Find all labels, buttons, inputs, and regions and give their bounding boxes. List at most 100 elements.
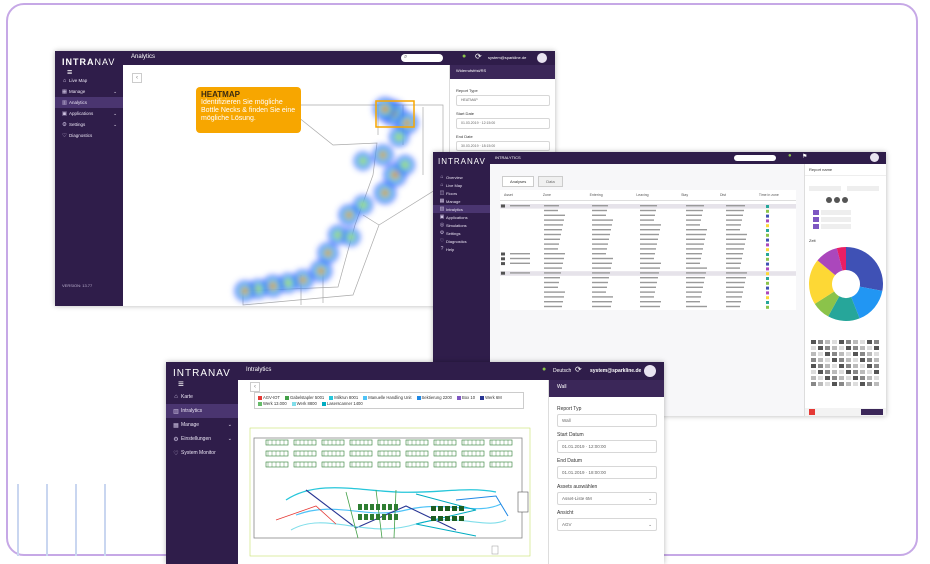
legend-item[interactable]: Manuelle Handling Unit xyxy=(363,395,412,400)
legend-cell xyxy=(853,370,858,374)
sidebar-item-settings[interactable]: ⚙ Settings ⌄ xyxy=(55,119,123,130)
storage-block xyxy=(394,504,398,510)
legend-item[interactable]: Sektierung 2200 xyxy=(416,395,452,400)
sidebar-item-applications[interactable]: ▣ Applications xyxy=(433,213,490,221)
tab-analyses[interactable]: Analyses xyxy=(502,176,535,187)
sidebar-item-simulations[interactable]: ◎ Simulations xyxy=(433,221,490,229)
sidebar-item-manage[interactable]: ▦ Manage ⌄ xyxy=(166,418,238,432)
table-cell xyxy=(592,233,610,236)
legend-item[interactable]: Werk 8800 xyxy=(291,401,317,406)
table-cell xyxy=(592,229,611,231)
brand-logo: INTRANAV ≡ xyxy=(166,362,238,390)
sidebar-item-diagnostics[interactable]: ♡ Diagnostics xyxy=(55,130,123,141)
field-input[interactable]: HEATMAP xyxy=(456,95,550,106)
sidebar-item-manage[interactable]: ▦ Manage ⌄ xyxy=(55,86,123,97)
legend-cell xyxy=(846,352,851,356)
bell-icon[interactable]: ⚑ xyxy=(802,153,807,160)
table-cell xyxy=(592,209,607,212)
avatar[interactable] xyxy=(870,153,879,162)
legend-item[interactable]: Laserscanner 1400 xyxy=(321,401,363,406)
table-cell xyxy=(640,229,660,231)
sidebar-item-intralytics[interactable]: ▥ Intralytics xyxy=(166,404,238,418)
intralytics-floorplan-screenshot: INTRANAV ≡ ⌂ Karte ▥ Intralytics ▦ Manage ⌄ ⚙ Ei… xyxy=(166,362,664,564)
column-header[interactable]: Dist xyxy=(720,193,759,197)
storage-block xyxy=(382,514,386,520)
legend-item[interactable]: AGV-IOT xyxy=(258,395,280,400)
table-cell xyxy=(686,286,703,288)
storage-block xyxy=(358,514,362,520)
sidebar-item-diagnostics[interactable]: ♡ Diagnostics xyxy=(433,237,490,245)
tab-data[interactable]: Data xyxy=(538,176,563,187)
field-value: HEATMAP xyxy=(461,98,478,102)
sidebar-item-applications[interactable]: ▣ Applications ⌄ xyxy=(55,108,123,119)
table-cell xyxy=(686,253,702,255)
table-cell xyxy=(726,253,743,255)
table-cell xyxy=(766,291,769,295)
column-header[interactable]: Asset xyxy=(504,193,543,197)
menu-icon[interactable]: ≡ xyxy=(67,67,73,77)
field-input[interactable]: Wall xyxy=(557,414,657,427)
sidebar-item-manage[interactable]: ▦ Manage xyxy=(433,197,490,205)
sidebar-item-analytics[interactable]: ▥ Analytics xyxy=(55,97,123,108)
expand-button[interactable]: ‹ xyxy=(250,382,260,392)
sidebar-item-floors[interactable]: ◫ Floors xyxy=(433,189,490,197)
table-cell xyxy=(544,253,565,255)
table-cell xyxy=(510,257,530,260)
field-input[interactable]: 30.03.2019 · 18:15:00 xyxy=(456,140,550,152)
field-input[interactable]: AGV ⌄ xyxy=(557,518,657,531)
table-cell xyxy=(544,301,563,303)
table-cell xyxy=(686,214,702,216)
legend-item[interactable]: Gabelstapler 5001 xyxy=(285,395,324,400)
column-header[interactable]: Stay xyxy=(681,193,720,197)
table-cell xyxy=(766,301,769,304)
search-input[interactable]: ⌕ xyxy=(401,54,443,62)
menu-icon[interactable]: ≡ xyxy=(178,379,185,390)
sidebar-item-einstellungen[interactable]: ⚙ Einstellungen ⌄ xyxy=(166,432,238,446)
storage-block xyxy=(445,516,450,521)
field-input[interactable]: 01.01.2019 · 12:00:00 xyxy=(557,440,657,453)
legend-item[interactable]: Milkrun 8001 xyxy=(329,395,358,400)
refresh-icon[interactable]: ⟳ xyxy=(475,52,482,61)
delete-button[interactable] xyxy=(809,409,815,415)
field-input[interactable]: Asset-Liste 6M ⌄ xyxy=(557,492,657,505)
table-cell xyxy=(640,272,659,274)
legend-cell xyxy=(874,376,879,380)
legend-item[interactable]: Werk 13.000 xyxy=(258,401,287,406)
column-header[interactable]: Entering xyxy=(590,193,637,197)
column-header[interactable]: Zone xyxy=(543,193,590,197)
field-input[interactable]: 01.01.2019 · 18:00:00 xyxy=(557,466,657,479)
column-header[interactable]: Time in zone xyxy=(759,193,792,197)
sidebar-item-settings[interactable]: ⚙ Settings xyxy=(433,229,490,237)
table-cell xyxy=(766,224,769,228)
search-input[interactable] xyxy=(734,155,776,161)
legend-cell xyxy=(811,352,816,356)
table-cell xyxy=(686,262,700,264)
sidebar-item-label: System Monitor xyxy=(181,450,216,456)
legend-cell xyxy=(839,376,844,380)
sidebar-item-karte[interactable]: ⌂ Karte xyxy=(166,390,238,404)
brand-bold: INTRA xyxy=(173,368,208,379)
avatar[interactable] xyxy=(537,53,547,63)
refresh-icon[interactable]: ⟳ xyxy=(575,365,582,374)
legend-cell xyxy=(846,370,851,374)
legend-swatch xyxy=(291,401,296,406)
legend-cell xyxy=(818,346,823,350)
legend-item[interactable]: Werk 6M xyxy=(480,395,502,400)
panel-fields: Report Typ Wall Start Datum 01.01.2019 · 12… xyxy=(549,397,664,535)
sidebar-item-intralytics[interactable]: ▥ Intralytics xyxy=(433,205,490,213)
sidebar-item-system-monitor[interactable]: ♡ System Monitor xyxy=(166,446,238,460)
legend-cell xyxy=(818,358,823,362)
sidebar-item-overview[interactable]: ⌂ Overview xyxy=(433,173,490,181)
language-link[interactable]: Deutsch xyxy=(553,368,571,374)
avatar[interactable] xyxy=(644,365,656,377)
sidebar-item-label: Settings xyxy=(69,122,86,127)
field-input[interactable]: 01.03.2019 · 12:15:00 xyxy=(456,117,550,129)
legend-cell xyxy=(874,340,879,344)
sidebar-item-live-map[interactable]: ⌂ Live Map xyxy=(55,75,123,86)
sidebar-item-help[interactable]: ? Help xyxy=(433,245,490,253)
column-header[interactable]: Leaving xyxy=(636,193,681,197)
apply-button[interactable] xyxy=(861,409,883,415)
legend-item[interactable]: Box 10 xyxy=(457,395,475,400)
table-cell xyxy=(592,205,608,207)
sidebar-item-live-map[interactable]: ⌂ Live Map xyxy=(433,181,490,189)
